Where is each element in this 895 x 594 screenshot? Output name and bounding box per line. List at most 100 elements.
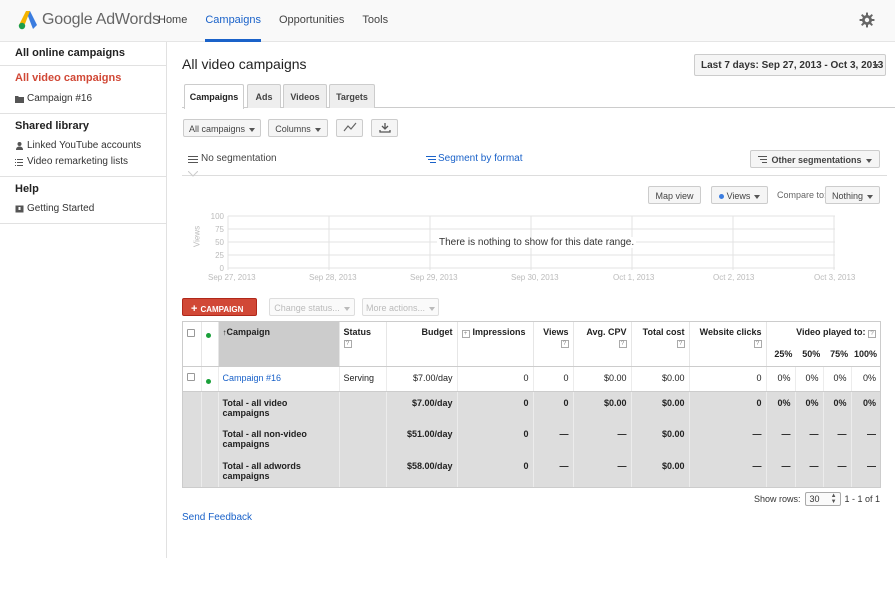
- y-tick-75: 75: [215, 225, 224, 234]
- date-range-selector[interactable]: Last 7 days: Sep 27, 2013 - Oct 3, 2013: [694, 54, 886, 76]
- expand-icon[interactable]: +: [461, 330, 470, 338]
- map-view-button[interactable]: Map view: [648, 186, 701, 204]
- brand-name: Google AdWords: [42, 11, 160, 28]
- page-range-label: 1 - 1 of 1: [844, 494, 881, 504]
- sidebar-all-online-campaigns[interactable]: All online campaigns: [15, 47, 166, 61]
- rows-per-page-value: 30: [809, 494, 820, 504]
- download-button[interactable]: [371, 119, 398, 137]
- status-dot-icon[interactable]: [205, 378, 211, 384]
- help-icon[interactable]: ?: [343, 340, 352, 348]
- total-impressions-cell: 0: [457, 391, 534, 423]
- other-segmentations-button[interactable]: Other segmentations: [750, 150, 880, 168]
- send-feedback-link[interactable]: Send Feedback: [182, 512, 252, 523]
- budget-column-header[interactable]: Budget: [386, 322, 458, 367]
- y-tick-100: 100: [210, 212, 224, 221]
- played-25-header[interactable]: 25%: [767, 349, 796, 365]
- views-column-header[interactable]: Views?: [533, 322, 574, 367]
- menu-lines-icon: [188, 155, 198, 163]
- all-campaigns-filter[interactable]: All campaigns: [183, 119, 261, 137]
- budget-cell[interactable]: $7.00/day: [386, 366, 458, 392]
- compare-to-label: Compare to:: [777, 190, 827, 200]
- tab-campaigns[interactable]: Campaigns: [184, 84, 244, 109]
- total-clicks-cell: —: [689, 455, 767, 487]
- help-icon[interactable]: ?: [868, 330, 876, 338]
- sidebar-shared-library[interactable]: Shared library: [15, 120, 166, 137]
- sidebar-item-getting-started[interactable]: Getting Started: [15, 200, 166, 216]
- sidebar-video-section: All video campaigns Campaign #16: [0, 66, 166, 114]
- tab-ads[interactable]: Ads: [247, 84, 281, 108]
- status-column-header[interactable]: Status?: [339, 322, 387, 367]
- pagination: Show rows: 30 ▲ ▼ 1 - 1 of 1: [754, 492, 880, 506]
- columns-button[interactable]: Columns: [268, 119, 328, 137]
- show-rows-label: Show rows:: [754, 494, 801, 504]
- help-icon[interactable]: ?: [560, 340, 569, 348]
- website-clicks-column-header[interactable]: Website clicks?: [689, 322, 767, 367]
- top-header: Google AdWords Home Campaigns Opportunit…: [0, 0, 895, 42]
- impressions-column-header[interactable]: + Impressions: [457, 322, 534, 367]
- more-actions-button[interactable]: More actions...: [362, 298, 439, 316]
- nav-tools[interactable]: Tools: [362, 0, 388, 42]
- sidebar-help[interactable]: Help: [15, 183, 166, 200]
- x-tick-sep27: Sep 27, 2013: [208, 273, 256, 282]
- sidebar-item-campaign-16[interactable]: Campaign #16: [15, 90, 166, 106]
- empty-cell: [339, 423, 387, 455]
- nav-home[interactable]: Home: [158, 0, 187, 42]
- select-all-checkbox[interactable]: [187, 329, 195, 337]
- segment-by-format[interactable]: Segment by format: [426, 153, 522, 164]
- total-budget-cell: $7.00/day: [386, 391, 458, 423]
- website-clicks-cell: 0: [689, 366, 767, 392]
- total-impressions-cell: 0: [457, 455, 534, 487]
- played-100-header[interactable]: 100%: [851, 349, 880, 365]
- change-status-button[interactable]: Change status...: [269, 298, 355, 316]
- help-icon[interactable]: ?: [676, 340, 685, 348]
- campaign-link[interactable]: Campaign #16: [223, 373, 282, 383]
- help-icon[interactable]: ?: [618, 340, 627, 348]
- played-50-header[interactable]: 50%: [795, 349, 823, 365]
- avg-cpv-column-header[interactable]: Avg. CPV?: [573, 322, 632, 367]
- sidebar-all-video-campaigns[interactable]: All video campaigns: [15, 68, 166, 90]
- row-checkbox[interactable]: [187, 372, 195, 381]
- total-p100-cell: —: [851, 423, 880, 455]
- total-p100-cell: —: [851, 455, 880, 487]
- campaign-column-header[interactable]: ↑Campaign: [218, 322, 340, 367]
- no-segmentation[interactable]: No segmentation: [188, 153, 277, 164]
- x-tick-oct3: Oct 3, 2013: [814, 273, 856, 282]
- total-p50-cell: —: [795, 455, 824, 487]
- sidebar-item-video-remarketing[interactable]: Video remarketing lists: [15, 153, 166, 169]
- total-cost-column-header[interactable]: Total cost?: [631, 322, 690, 367]
- played-75-header[interactable]: 75%: [823, 349, 851, 365]
- nav-opportunities[interactable]: Opportunities: [279, 0, 344, 42]
- status-cell: Serving: [339, 366, 387, 392]
- total-row-video: Total - all video campaigns $7.00/day 0 …: [183, 391, 880, 423]
- sidebar-item-linked-youtube[interactable]: Linked YouTube accounts: [15, 137, 166, 153]
- all-campaigns-label: All campaigns: [188, 124, 246, 134]
- y-tick-50: 50: [215, 238, 224, 247]
- campaign-name-cell: Campaign #16: [218, 366, 340, 392]
- tab-targets[interactable]: Targets: [329, 84, 375, 108]
- compare-to-value: Nothing: [831, 191, 864, 201]
- avg-cpv-header-label: Avg. CPV: [586, 327, 627, 337]
- x-tick-sep29: Sep 29, 2013: [410, 273, 458, 282]
- main-nav: Home Campaigns Opportunities Tools: [158, 0, 406, 42]
- chevron-down-icon: [865, 158, 872, 163]
- total-label-cell: Total - all non-video campaigns: [218, 423, 340, 455]
- series-dot-icon: [718, 194, 724, 199]
- compare-to-dropdown[interactable]: Nothing: [825, 186, 880, 204]
- active-marker-icon: [188, 171, 198, 177]
- chart-toggle-button[interactable]: [336, 119, 363, 137]
- tab-videos[interactable]: Videos: [283, 84, 327, 108]
- row-status-cell: [201, 366, 219, 392]
- empty-cell: [201, 423, 219, 455]
- gear-icon[interactable]: [859, 12, 875, 28]
- played-75-cell: 0%: [823, 366, 852, 392]
- new-campaign-button[interactable]: + CAMPAIGN: [182, 298, 257, 316]
- page-title: All video campaigns: [182, 56, 307, 72]
- metric-views-dropdown[interactable]: Views: [711, 186, 768, 204]
- adwords-logo[interactable]: Google AdWords: [18, 10, 160, 30]
- nav-campaigns[interactable]: Campaigns: [205, 0, 261, 42]
- total-label-cell: Total - all video campaigns: [218, 391, 340, 423]
- empty-cell: [183, 391, 202, 423]
- rows-per-page-select[interactable]: 30 ▲ ▼: [804, 492, 841, 506]
- total-views-cell: —: [533, 455, 574, 487]
- help-icon[interactable]: ?: [753, 340, 762, 348]
